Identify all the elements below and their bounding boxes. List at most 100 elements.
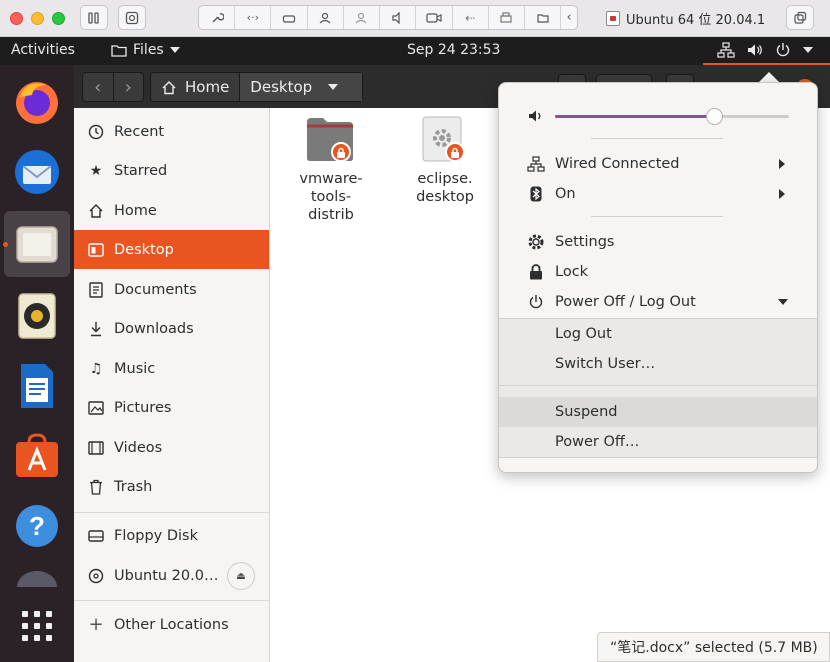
menu-separator: [591, 138, 723, 139]
camera-button[interactable]: [416, 6, 453, 29]
account2-button[interactable]: [344, 6, 381, 29]
settings-wrench-button[interactable]: [199, 6, 236, 29]
window-copy-icon: [794, 11, 807, 24]
menu-item-suspend[interactable]: Suspend: [499, 397, 817, 427]
sidebar-item-downloads[interactable]: Downloads: [74, 309, 269, 348]
sidebar-toggle-button[interactable]: [80, 5, 108, 30]
sidebar-item-music[interactable]: ♫ Music: [74, 349, 269, 388]
power-icon: [527, 293, 545, 311]
minimize-window-button[interactable]: [31, 12, 44, 25]
chevron-left-icon: ‹: [566, 10, 572, 25]
menu-item-log-out[interactable]: Log Out: [499, 319, 817, 349]
file-item[interactable]: eclipse. desktop: [390, 116, 500, 206]
system-menu-popover: Wired Connected On Settings Lock Power O…: [498, 82, 818, 473]
printer-button[interactable]: [489, 6, 525, 29]
history-buttons: ‹ ›: [82, 72, 144, 102]
menu-item-label: Lock: [555, 264, 589, 280]
menu-item-label: Suspend: [555, 404, 618, 420]
volume-icon: [527, 107, 545, 125]
menu-item-network[interactable]: Wired Connected: [499, 149, 817, 179]
apps-grid-icon: [22, 611, 52, 641]
volume-slider-knob[interactable]: [706, 108, 724, 125]
usb-button[interactable]: ⇠: [453, 6, 489, 29]
activities-button[interactable]: Activities: [11, 42, 75, 58]
sidebar-item-videos[interactable]: Videos: [74, 428, 269, 467]
sidebar-item-other-locations[interactable]: + Other Locations: [74, 605, 269, 644]
close-window-button[interactable]: [10, 12, 23, 25]
software-store-icon: [16, 433, 58, 477]
dock-firefox[interactable]: [4, 69, 70, 135]
fullscreen-window-button[interactable]: [52, 12, 65, 25]
dock-rhythmbox[interactable]: [4, 283, 70, 349]
video-icon: [88, 440, 104, 456]
snapshot-button[interactable]: [118, 5, 146, 30]
clock-icon: [88, 124, 104, 140]
sidebar-item-trash[interactable]: Trash: [74, 467, 269, 506]
account-button[interactable]: [308, 6, 344, 29]
sidebar-item-label: Downloads: [114, 320, 194, 337]
sidebar-item-documents[interactable]: Documents: [74, 270, 269, 309]
path-crumb-home[interactable]: Home: [151, 73, 241, 101]
folder-icon: [305, 116, 357, 166]
path-crumb-label: Home: [185, 78, 230, 96]
dock-help[interactable]: ?: [4, 493, 70, 559]
clock[interactable]: Sep 24 23:53: [407, 42, 500, 58]
power-icon: [776, 43, 790, 57]
menu-item-switch-user[interactable]: Switch User…: [499, 349, 817, 379]
shared-folder-button[interactable]: [525, 6, 562, 29]
chevron-right-icon: [779, 159, 785, 169]
app-menu-button[interactable]: Files: [111, 42, 180, 58]
dock-files[interactable]: [4, 211, 70, 277]
sidebar-item-recent[interactable]: Recent: [74, 112, 269, 151]
sidebar-item-home[interactable]: Home: [74, 191, 269, 230]
sidebar-separator: [74, 512, 269, 513]
path-crumb-desktop[interactable]: Desktop: [240, 73, 362, 101]
home-icon: [162, 80, 176, 94]
eject-button[interactable]: ⏏: [227, 562, 255, 590]
menu-item-lock[interactable]: Lock: [499, 257, 817, 287]
menu-item-label: Settings: [555, 234, 615, 250]
code-button[interactable]: ‹·›: [235, 6, 272, 29]
back-button[interactable]: ‹: [83, 73, 114, 101]
thunderbird-icon: [15, 150, 59, 194]
system-menu-button[interactable]: [703, 37, 830, 65]
sidebar-item-pictures[interactable]: Pictures: [74, 388, 269, 427]
sidebar-item-desktop[interactable]: Desktop: [74, 230, 269, 269]
dock-software[interactable]: [4, 423, 70, 489]
volume-slider[interactable]: [555, 108, 789, 125]
menu-item-power-off[interactable]: Power Off…: [499, 427, 817, 457]
folder-share-icon: [536, 13, 549, 23]
sidebar-item-floppy[interactable]: Floppy Disk: [74, 516, 269, 555]
forward-button[interactable]: ›: [114, 73, 144, 101]
dock-thunderbird[interactable]: [4, 139, 70, 205]
sound-button[interactable]: [380, 6, 417, 29]
show-applications-button[interactable]: [4, 593, 70, 659]
unity-mode-button[interactable]: [786, 5, 814, 30]
menu-separator: [499, 385, 817, 386]
caret-down-icon: [803, 47, 813, 53]
sidebar-item-label: Music: [114, 360, 156, 377]
file-item[interactable]: vmware- tools- distrib: [276, 116, 386, 224]
vm-icon: [606, 10, 620, 26]
menu-separator: [591, 216, 723, 217]
drive-icon: [88, 528, 104, 544]
lock-badge-icon: [445, 142, 465, 162]
dock: ?: [0, 65, 74, 662]
toolbar-overflow-button[interactable]: ‹: [561, 6, 577, 29]
menu-item-power[interactable]: Power Off / Log Out: [499, 287, 817, 317]
sidebar-item-label: Trash: [114, 478, 153, 495]
network-wired-icon: [527, 155, 545, 173]
menu-item-settings[interactable]: Settings: [499, 227, 817, 257]
sidebar-item-starred[interactable]: ★ Starred: [74, 151, 269, 190]
dock-partial-app[interactable]: [4, 565, 70, 587]
dock-writer[interactable]: [4, 353, 70, 419]
bluetooth-icon: [527, 185, 545, 203]
menu-item-label: Wired Connected: [555, 156, 680, 172]
disk-button[interactable]: [271, 6, 308, 29]
caret-down-icon: [328, 84, 339, 90]
file-name: eclipse. desktop: [416, 171, 474, 205]
menu-item-bluetooth[interactable]: On: [499, 179, 817, 209]
firefox-icon: [16, 82, 58, 124]
svg-text:?: ?: [29, 511, 45, 541]
wrench-icon: [212, 12, 224, 22]
